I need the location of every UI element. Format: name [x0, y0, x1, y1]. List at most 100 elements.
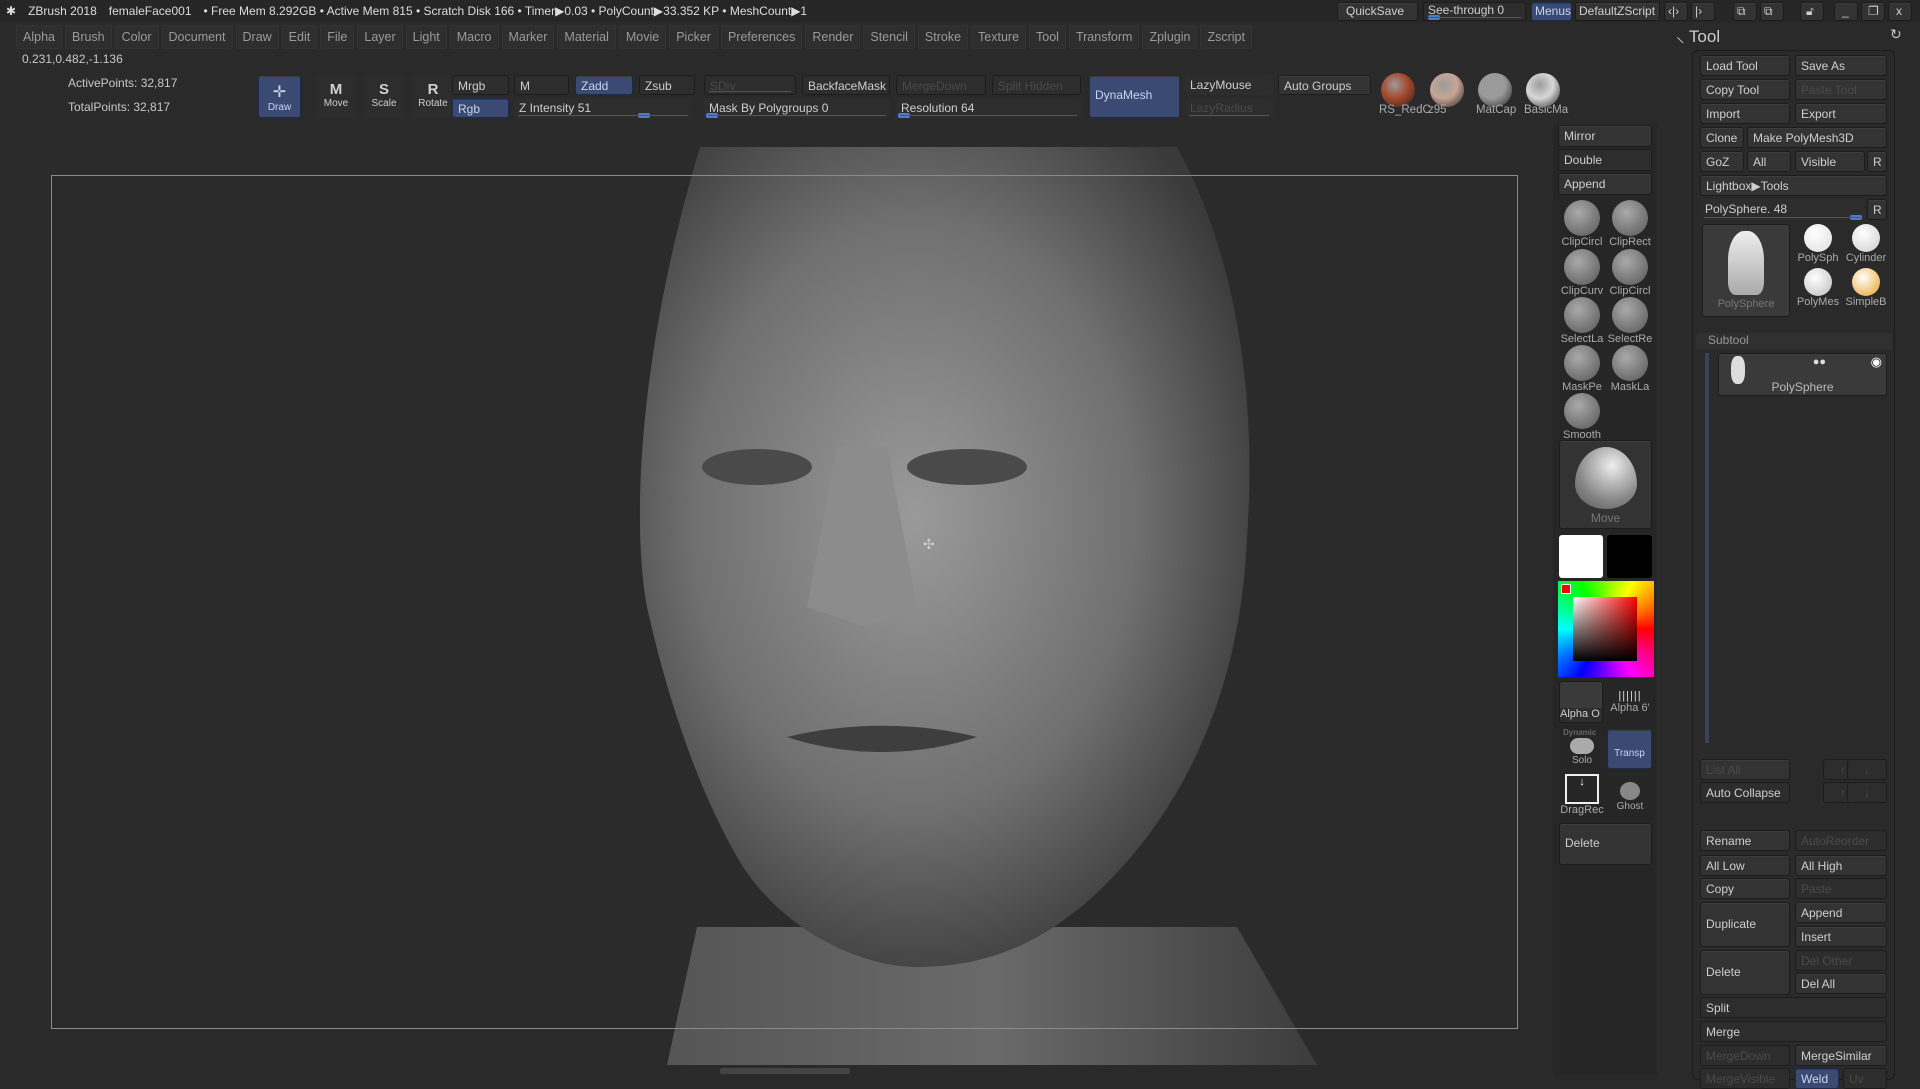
- double-button[interactable]: Double: [1558, 149, 1652, 171]
- zsub-button[interactable]: Zsub: [639, 75, 695, 95]
- menus-button[interactable]: Menus: [1531, 2, 1572, 21]
- sdiv-slider[interactable]: SDiv: [704, 75, 796, 95]
- shelf-tool-clipcircl[interactable]: ClipCircl: [1607, 249, 1653, 297]
- menu-stroke[interactable]: Stroke: [917, 25, 969, 49]
- zadd-button[interactable]: Zadd: [575, 75, 633, 95]
- shelf-tool-clipcurv[interactable]: ClipCurv: [1559, 249, 1605, 297]
- material-sphere-icon[interactable]: [1381, 73, 1415, 107]
- bottom-tray-handle[interactable]: [720, 1068, 850, 1074]
- goz-all-button[interactable]: All: [1747, 151, 1791, 172]
- current-tool-thumbnail[interactable]: PolySphere: [1702, 224, 1790, 317]
- tool-thumb-polymes[interactable]: PolyMes: [1795, 268, 1841, 308]
- copy-tool-button[interactable]: Copy Tool: [1700, 79, 1790, 100]
- menu-stencil[interactable]: Stencil: [863, 25, 915, 49]
- shelf-tool-maskpe[interactable]: MaskPe: [1559, 345, 1605, 393]
- lazymouse-button[interactable]: LazyMouse: [1185, 75, 1273, 95]
- menu-movie[interactable]: Movie: [618, 25, 667, 49]
- color-picker[interactable]: [1558, 581, 1654, 677]
- dynamesh-button[interactable]: DynaMesh: [1089, 75, 1180, 118]
- layout-icon[interactable]: ⧉: [1733, 2, 1757, 21]
- menu-render[interactable]: Render: [805, 25, 861, 49]
- subtool-mergevisible-button[interactable]: MergeVisible: [1700, 1068, 1790, 1089]
- lightbox-tools-button[interactable]: Lightbox▶Tools: [1700, 175, 1887, 196]
- subtool-alllow-button[interactable]: All Low: [1700, 855, 1790, 876]
- subtool-append-button[interactable]: Append: [1795, 902, 1887, 923]
- menu-preferences[interactable]: Preferences: [720, 25, 803, 49]
- shelf-tool-selectre[interactable]: SelectRe: [1607, 297, 1653, 345]
- merge-down-button[interactable]: MergeDown: [896, 75, 986, 95]
- clone-button[interactable]: Clone: [1700, 127, 1744, 148]
- tool-thumb-polysph[interactable]: PolySph: [1795, 224, 1841, 264]
- goz-button[interactable]: GoZ: [1700, 151, 1744, 172]
- import-button[interactable]: Import: [1700, 103, 1790, 124]
- export-button[interactable]: Export: [1795, 103, 1887, 124]
- subtool-uv-button[interactable]: Uv: [1843, 1068, 1887, 1089]
- paste-tool-button[interactable]: Paste Tool: [1795, 79, 1887, 100]
- alpha-61-button[interactable]: |||||| Alpha 6': [1607, 690, 1653, 714]
- append-button[interactable]: Append: [1558, 173, 1652, 195]
- subtool-allhigh-button[interactable]: All High: [1795, 855, 1887, 876]
- close-icon[interactable]: x: [1888, 2, 1912, 21]
- menu-zplugin[interactable]: Zplugin: [1142, 25, 1198, 49]
- mrgb-button[interactable]: Mrgb: [452, 75, 509, 95]
- subtool-autocollapse-button[interactable]: Auto Collapse: [1700, 782, 1790, 803]
- minimize-icon[interactable]: _: [1834, 2, 1858, 21]
- menu-marker[interactable]: Marker: [501, 25, 555, 49]
- subtool-mergedown-button[interactable]: MergeDown: [1700, 1045, 1790, 1066]
- shelf-tool-maskla[interactable]: MaskLa: [1607, 345, 1653, 393]
- menu-texture[interactable]: Texture: [971, 25, 1027, 49]
- scale-button[interactable]: S Scale: [364, 75, 404, 118]
- subtool-split-button[interactable]: Split: [1700, 997, 1887, 1018]
- polygroup-toggle-icon[interactable]: ●●: [1813, 356, 1826, 368]
- backface-mask-button[interactable]: BackfaceMask: [802, 75, 890, 95]
- reset-panel-icon[interactable]: ↻: [1890, 26, 1902, 43]
- subtool-scrollbar[interactable]: [1705, 353, 1709, 743]
- menu-edit[interactable]: Edit: [281, 25, 318, 49]
- menu-tool[interactable]: Tool: [1029, 25, 1066, 49]
- move-down2-icon[interactable]: ↓: [1847, 782, 1887, 803]
- shelf-tool-smooth[interactable]: Smooth: [1559, 393, 1605, 441]
- delete-shelf-button[interactable]: Delete: [1559, 823, 1652, 865]
- polysphere-r-button[interactable]: R: [1867, 199, 1887, 220]
- mask-by-polygroups-slider[interactable]: Mask By Polygroups 0: [704, 98, 890, 118]
- transp-button[interactable]: Transp: [1607, 729, 1652, 769]
- ghost-button[interactable]: Ghost: [1607, 782, 1653, 812]
- default-zscript-button[interactable]: DefaultZScript: [1575, 2, 1660, 21]
- expand-icon[interactable]: |›: [1691, 2, 1715, 21]
- subtool-item[interactable]: ◉ ●● PolySphere: [1718, 353, 1887, 396]
- visibility-eye-icon[interactable]: ◉: [1871, 354, 1882, 370]
- goz-visible-button[interactable]: Visible: [1795, 151, 1865, 172]
- brush-move-button[interactable]: Move: [1559, 440, 1652, 529]
- menu-color[interactable]: Color: [114, 25, 159, 49]
- menu-light[interactable]: Light: [405, 25, 447, 49]
- load-tool-button[interactable]: Load Tool: [1700, 55, 1790, 76]
- subtool-paste-button[interactable]: Paste: [1795, 878, 1887, 899]
- z-intensity-slider[interactable]: Z Intensity 51: [514, 98, 692, 118]
- layout2-icon[interactable]: ⧉: [1760, 2, 1784, 21]
- shelf-tool-cliprect[interactable]: ClipRect: [1607, 200, 1653, 248]
- menu-brush[interactable]: Brush: [64, 25, 112, 49]
- secondary-color-swatch[interactable]: [1607, 535, 1652, 578]
- save-as-button[interactable]: Save As: [1795, 55, 1887, 76]
- menu-alpha[interactable]: Alpha: [16, 25, 62, 49]
- material-sphere-icon[interactable]: [1430, 73, 1464, 107]
- subtool-rename-button[interactable]: Rename: [1700, 830, 1790, 851]
- menu-layer[interactable]: Layer: [357, 25, 403, 49]
- subtool-duplicate-button[interactable]: Duplicate: [1700, 902, 1790, 947]
- subtool-weld-button[interactable]: Weld: [1795, 1068, 1839, 1089]
- subtool-autoreorder-button[interactable]: AutoReorder: [1795, 830, 1887, 851]
- alpha-button[interactable]: Alpha O: [1559, 681, 1603, 723]
- subtool-merge-button[interactable]: Merge: [1700, 1021, 1887, 1042]
- draw-button[interactable]: ✛ Draw: [258, 75, 301, 118]
- subtool-listall-button[interactable]: List All: [1700, 759, 1790, 780]
- mirror-button[interactable]: Mirror: [1558, 125, 1652, 147]
- tool-thumb-simpleb[interactable]: SimpleB: [1843, 268, 1889, 308]
- rotate-button[interactable]: R Rotate: [412, 75, 454, 118]
- subtool-insert-button[interactable]: Insert: [1795, 926, 1887, 947]
- subtool-copy-button[interactable]: Copy: [1700, 878, 1790, 899]
- subtool-mergesimilar-button[interactable]: MergeSimilar: [1795, 1045, 1887, 1066]
- move-button[interactable]: M Move: [316, 75, 356, 118]
- menu-file[interactable]: File: [320, 25, 355, 49]
- move-down-icon[interactable]: ↓: [1847, 759, 1887, 780]
- menu-document[interactable]: Document: [161, 25, 233, 49]
